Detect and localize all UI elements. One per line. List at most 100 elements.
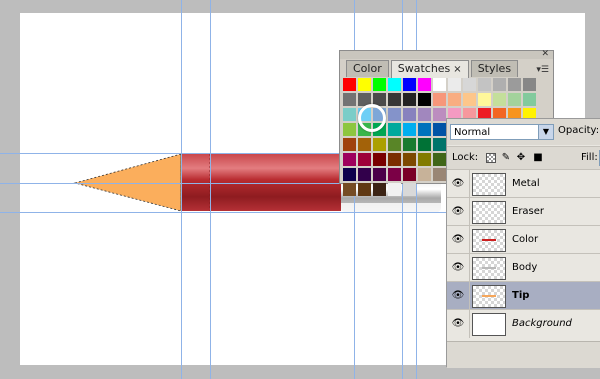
swatch-chip[interactable] <box>373 153 386 166</box>
close-icon[interactable]: ✕ <box>541 49 549 59</box>
swatch-chip[interactable] <box>343 153 356 166</box>
swatch-chip[interactable] <box>523 93 536 106</box>
swatch-chip[interactable] <box>388 123 401 136</box>
swatch-chip[interactable] <box>463 78 476 91</box>
swatch-chip[interactable] <box>508 78 521 91</box>
swatch-chip[interactable] <box>358 183 371 196</box>
swatch-chip[interactable] <box>373 138 386 151</box>
layer-row[interactable]: 👁 Metal <box>447 169 600 198</box>
swatch-chip[interactable] <box>478 93 491 106</box>
guide-vertical[interactable] <box>181 0 182 379</box>
swatch-chip[interactable] <box>418 123 431 136</box>
swatch-chip[interactable] <box>388 108 401 121</box>
swatch-chip[interactable] <box>493 93 506 106</box>
layers-panel: Normal ▼ Opacity: Lock: ✎ ✥ ■ Fill: 👁 Met… <box>446 118 600 368</box>
swatch-chip[interactable] <box>388 153 401 166</box>
guide-vertical[interactable] <box>210 0 211 379</box>
swatch-chip[interactable] <box>358 138 371 151</box>
swatch-chip[interactable] <box>418 153 431 166</box>
swatch-chip[interactable] <box>373 168 386 181</box>
eye-icon: 👁 <box>451 318 465 329</box>
visibility-toggle[interactable]: 👁 <box>447 170 470 198</box>
swatch-chip[interactable] <box>388 168 401 181</box>
swatch-chip[interactable] <box>343 168 356 181</box>
layer-row[interactable]: 👁 Body <box>447 253 600 282</box>
lock-all-icon[interactable]: ■ <box>533 153 543 163</box>
swatch-chip[interactable] <box>358 78 371 91</box>
tab-close-icon[interactable]: × <box>453 64 461 75</box>
layer-thumbnail <box>472 229 506 252</box>
layer-name: Metal <box>512 178 540 189</box>
swatch-chip[interactable] <box>403 153 416 166</box>
layer-row[interactable]: 👁 Color <box>447 225 600 254</box>
visibility-toggle[interactable]: 👁 <box>447 254 470 282</box>
swatch-chip[interactable] <box>373 78 386 91</box>
eye-icon: 👁 <box>451 234 465 245</box>
swatch-chip[interactable] <box>418 78 431 91</box>
swatch-chip[interactable] <box>433 78 446 91</box>
swatch-chip[interactable] <box>388 78 401 91</box>
swatch-chip[interactable] <box>388 138 401 151</box>
swatch-chip[interactable] <box>433 153 446 166</box>
swatch-chip[interactable] <box>388 93 401 106</box>
swatch-chip[interactable] <box>403 78 416 91</box>
swatch-chip[interactable] <box>418 93 431 106</box>
swatch-chip[interactable] <box>403 183 416 196</box>
lock-paint-icon[interactable]: ✎ <box>501 153 511 163</box>
layer-thumbnail <box>472 313 506 336</box>
lock-transparent-icon[interactable] <box>486 153 496 163</box>
swatch-chip[interactable] <box>403 93 416 106</box>
swatch-chip[interactable] <box>433 168 446 181</box>
tab-swatches[interactable]: Swatches × <box>390 60 469 78</box>
swatch-chip[interactable] <box>343 78 356 91</box>
swatch-chip[interactable] <box>523 78 536 91</box>
swatch-chip[interactable] <box>493 78 506 91</box>
swatch-chip[interactable] <box>418 168 431 181</box>
swatch-chip[interactable] <box>343 138 356 151</box>
swatch-chip[interactable] <box>373 183 386 196</box>
swatch-chip[interactable] <box>478 78 491 91</box>
tab-label: Styles <box>477 62 512 75</box>
blend-mode-select[interactable]: Normal ▼ <box>450 124 554 140</box>
eye-icon: 👁 <box>451 178 465 189</box>
swatch-chip[interactable] <box>388 183 401 196</box>
swatch-chip[interactable] <box>433 108 446 121</box>
swatch-chip[interactable] <box>463 93 476 106</box>
swatch-chip[interactable] <box>508 93 521 106</box>
swatch-chip[interactable] <box>433 93 446 106</box>
tab-color[interactable]: Color <box>346 60 389 77</box>
swatch-chip[interactable] <box>433 123 446 136</box>
swatch-chip[interactable] <box>403 108 416 121</box>
panel-menu-icon[interactable]: ▾☰ <box>536 65 549 75</box>
swatch-chip[interactable] <box>403 138 416 151</box>
swatch-chip[interactable] <box>433 138 446 151</box>
swatch-chip[interactable] <box>358 153 371 166</box>
visibility-toggle[interactable]: 👁 <box>447 282 470 310</box>
swatch-chip[interactable] <box>358 168 371 181</box>
swatch-chip[interactable] <box>403 123 416 136</box>
swatch-chip[interactable] <box>403 168 416 181</box>
swatch-chip[interactable] <box>343 108 356 121</box>
selected-swatch-indicator <box>358 104 386 132</box>
swatch-chip[interactable] <box>343 183 356 196</box>
visibility-toggle[interactable]: 👁 <box>447 310 470 338</box>
tab-styles[interactable]: Styles <box>470 60 519 77</box>
swatch-chip[interactable] <box>448 78 461 91</box>
layer-row[interactable]: 👁 Background <box>447 309 600 338</box>
tab-label: Swatches <box>397 62 451 75</box>
layer-row[interactable]: 👁 Tip <box>447 281 600 310</box>
swatch-chip[interactable] <box>418 108 431 121</box>
chevron-down-icon[interactable]: ▼ <box>538 125 553 139</box>
layer-row[interactable]: 👁 Eraser <box>447 197 600 226</box>
layer-name: Background <box>512 318 572 329</box>
lock-move-icon[interactable]: ✥ <box>516 153 526 163</box>
swatch-chip[interactable] <box>418 138 431 151</box>
swatch-chip[interactable] <box>343 123 356 136</box>
visibility-toggle[interactable]: 👁 <box>447 198 470 226</box>
blend-mode-value: Normal <box>454 127 491 138</box>
swatch-chip[interactable] <box>343 93 356 106</box>
swatch-chip[interactable] <box>448 93 461 106</box>
thumbnail-content <box>482 239 496 241</box>
visibility-toggle[interactable]: 👁 <box>447 226 470 254</box>
panel-titlebar[interactable]: ✕ <box>340 49 553 59</box>
